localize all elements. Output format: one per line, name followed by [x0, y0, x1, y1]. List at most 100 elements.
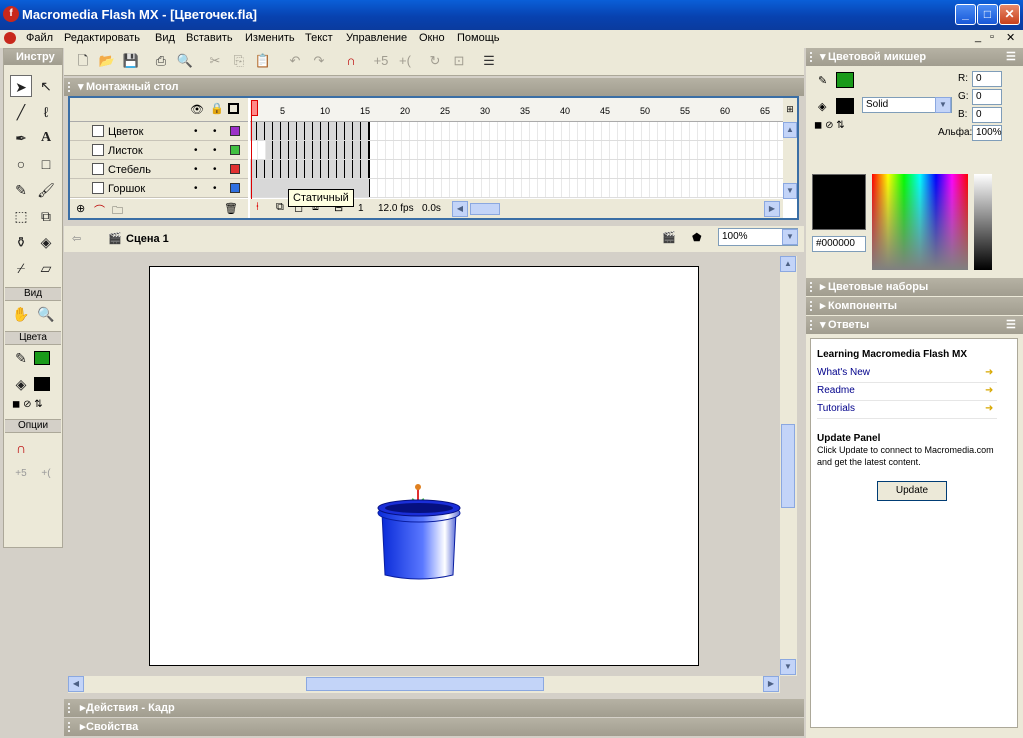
fill-transform-icon[interactable]: ⧉ [35, 205, 57, 227]
snap-option-icon[interactable]: ∩ [10, 437, 32, 459]
doc-minimize-icon[interactable]: _ [975, 31, 981, 43]
doc-close-icon[interactable]: ✕ [1006, 31, 1015, 44]
layer-row[interactable]: Листок • • [70, 141, 248, 160]
outline-icon[interactable] [228, 103, 239, 114]
flower-pot-artwork[interactable] [150, 267, 700, 667]
color-mixer-header[interactable]: ▾ Цветовой микшер ☰ [806, 48, 1023, 66]
r-input[interactable]: 0 [972, 71, 1002, 87]
paste-icon[interactable]: 📋 [254, 52, 272, 70]
lock-dot[interactable]: • [213, 126, 217, 137]
color-spectrum[interactable] [872, 174, 968, 270]
scroll-right-arrow[interactable]: ▶ [763, 676, 779, 692]
text-tool-icon[interactable]: A [35, 127, 57, 149]
update-button[interactable]: Update [877, 481, 947, 501]
timeline-vscroll[interactable]: ▲ ▼ [783, 122, 797, 199]
layer-row[interactable]: Цветок • • [70, 122, 248, 141]
align-icon[interactable]: ☰ [480, 52, 498, 70]
mixer-fill-swatch[interactable] [836, 98, 854, 114]
subselect-tool-icon[interactable]: ↖ [35, 75, 57, 97]
menu-view[interactable]: Вид [155, 32, 175, 44]
go-arrow-icon[interactable]: ➜ [985, 365, 993, 381]
layer-frames[interactable] [250, 141, 783, 160]
frame-view-menu-icon[interactable]: ⊞ [783, 98, 797, 122]
zoom-select[interactable]: 100% ▼ [718, 228, 798, 246]
scale-icon[interactable]: ⊡ [450, 52, 468, 70]
straighten-option-icon[interactable]: +( [35, 463, 57, 485]
stage-canvas[interactable] [149, 266, 699, 666]
hex-input[interactable]: #000000 [812, 236, 866, 252]
chevron-down-icon[interactable]: ▼ [935, 97, 951, 113]
panel-menu-icon[interactable]: ☰ [1006, 316, 1016, 334]
insert-layer-icon[interactable]: ⊕ [76, 202, 85, 215]
chevron-down-icon[interactable]: ▼ [782, 229, 798, 245]
maximize-button[interactable]: □ [977, 4, 998, 25]
visibility-dot[interactable]: • [194, 126, 198, 137]
rotate-icon[interactable]: ↻ [426, 52, 444, 70]
fill-color-swatch[interactable] [34, 377, 50, 391]
mixer-mini-buttons[interactable]: ◼ ⊘ ⇅ [814, 120, 845, 131]
swatches-header[interactable]: ▸ Цветовые наборы [806, 278, 1023, 296]
properties-panel-header[interactable]: ▸ Свойства [64, 718, 804, 736]
scroll-up-arrow[interactable]: ▲ [783, 122, 797, 138]
oval-tool-icon[interactable]: ○ [10, 153, 32, 175]
copy-icon[interactable]: ⎘ [230, 52, 248, 70]
doc-restore-icon[interactable]: ▫ [990, 31, 994, 43]
color-mini-buttons[interactable]: ◼ ⊘ ⇅ [12, 399, 56, 413]
link-readme[interactable]: Readme ➜ [817, 383, 997, 401]
stage-vscroll[interactable]: ▲ ▼ [780, 256, 797, 676]
document-icon[interactable] [4, 32, 16, 44]
menu-help[interactable]: Помощь [457, 32, 500, 44]
menu-edit[interactable]: Редактировать [64, 32, 140, 44]
menu-insert[interactable]: Вставить [186, 32, 233, 44]
stroke-color-swatch[interactable] [34, 351, 50, 365]
menu-file[interactable]: Файл [26, 32, 53, 44]
flash-app-icon[interactable]: f [3, 6, 19, 22]
answers-header[interactable]: ▾ Ответы ☰ [806, 316, 1023, 334]
lock-dot[interactable]: • [213, 183, 217, 194]
print-preview-icon[interactable]: 🔍 [176, 52, 194, 70]
timeline-hscroll-thumb[interactable] [470, 203, 500, 215]
save-icon[interactable]: 💾 [122, 52, 140, 70]
visibility-dot[interactable]: • [194, 183, 198, 194]
scroll-up-arrow[interactable]: ▲ [780, 256, 796, 272]
menu-window[interactable]: Окно [419, 32, 445, 44]
scroll-down-arrow[interactable]: ▼ [783, 183, 797, 199]
brightness-slider[interactable] [974, 174, 992, 270]
pencil-tool-icon[interactable]: ✎ [10, 179, 32, 201]
link-tutorials[interactable]: Tutorials ➜ [817, 401, 997, 419]
center-frame-icon[interactable]: ⍿ [256, 201, 259, 214]
lock-dot[interactable]: • [213, 164, 217, 175]
minimize-button[interactable]: _ [955, 4, 976, 25]
print-icon[interactable]: ⎙ [152, 52, 170, 70]
layer-row[interactable]: Горшок • • [70, 179, 248, 198]
eye-icon[interactable]: 👁 [190, 103, 204, 116]
eraser-icon[interactable]: ▱ [35, 257, 57, 279]
new-file-icon[interactable]: 🗋 [74, 52, 92, 70]
edit-scene-icon[interactable]: 🎬 [662, 231, 676, 244]
visibility-dot[interactable]: • [194, 145, 198, 156]
hscroll-thumb[interactable] [306, 677, 544, 691]
free-transform-icon[interactable]: ⬚ [10, 205, 32, 227]
zoom-tool-icon[interactable]: 🔍 [35, 303, 57, 325]
fill-type-select[interactable]: Solid ▼ [862, 97, 952, 113]
stage-hscroll[interactable]: ◀ ▶ [68, 676, 780, 693]
timeline-header[interactable]: ▾ Монтажный стол [64, 78, 804, 96]
vscroll-thumb[interactable] [781, 424, 795, 508]
layer-row[interactable]: Стебель • • [70, 160, 248, 179]
visibility-dot[interactable]: • [194, 164, 198, 175]
straighten-icon[interactable]: +( [396, 52, 414, 70]
onion-skin-icon[interactable]: ⧉ [276, 201, 284, 214]
smooth-option-icon[interactable]: +5 [10, 463, 32, 485]
insert-folder-icon[interactable]: 🗀 [112, 202, 123, 221]
playhead[interactable] [251, 100, 258, 208]
go-arrow-icon[interactable]: ➜ [985, 401, 993, 417]
rectangle-tool-icon[interactable]: □ [35, 153, 57, 175]
smooth-icon[interactable]: +5 [372, 52, 390, 70]
frame-ruler[interactable]: 1 5 10 15 20 25 30 35 40 45 50 55 60 65 [250, 98, 783, 122]
cut-icon[interactable]: ✂ [206, 52, 224, 70]
menu-control[interactable]: Управление [346, 32, 407, 44]
scroll-left-arrow[interactable]: ◀ [68, 676, 84, 692]
lasso-tool-icon[interactable]: ℓ [35, 101, 57, 123]
ink-bottle-icon[interactable]: ⚱ [10, 231, 32, 253]
snap-magnet-icon[interactable]: ∩ [342, 52, 360, 70]
